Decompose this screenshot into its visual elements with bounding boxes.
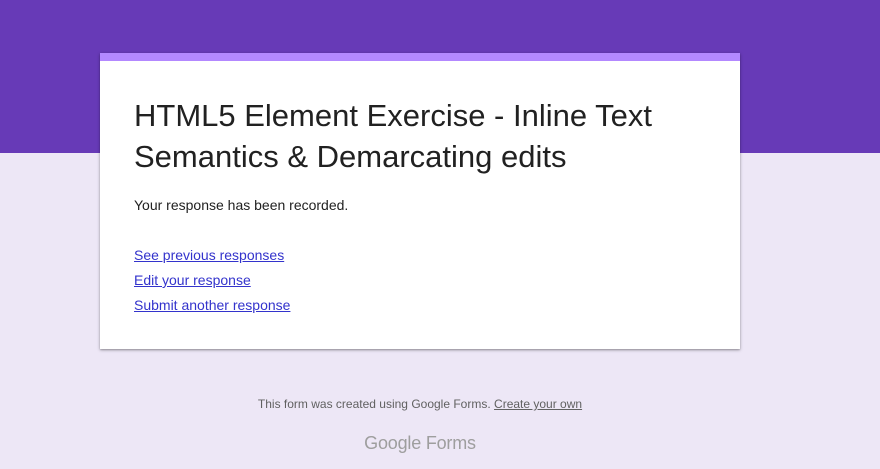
create-your-own-link[interactable]: Create your own [494,397,582,411]
response-card: HTML5 Element Exercise - Inline Text Sem… [100,53,740,349]
see-previous-responses-link[interactable]: See previous responses [134,246,290,271]
card-accent-bar [100,53,740,61]
edit-response-link[interactable]: Edit your response [134,271,290,296]
google-forms-logo[interactable]: Google Forms [0,432,840,454]
response-links: See previous responses Edit your respons… [134,246,290,321]
submit-another-response-link[interactable]: Submit another response [134,296,290,321]
form-title: HTML5 Element Exercise - Inline Text Sem… [134,98,653,174]
footer-created-text: This form was created using Google Forms… [257,397,491,411]
brand-forms: Forms [425,433,476,453]
confirmation-message: Your response has been recorded. [134,197,349,213]
brand-google: Google [364,433,422,453]
footer-disclaimer: This form was created using Google Forms… [0,397,840,412]
